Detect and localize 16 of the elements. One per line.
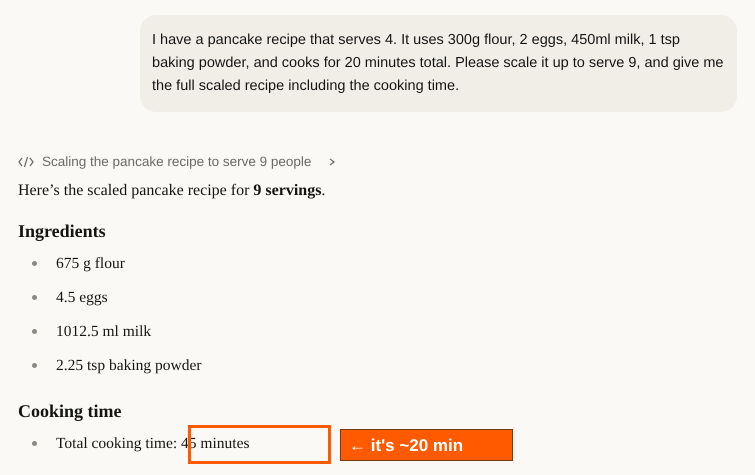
list-item: 2.25 tsp baking powder xyxy=(56,356,202,376)
list-item: 4.5 eggs xyxy=(56,288,108,308)
bullet-icon xyxy=(32,362,37,368)
bullet-icon xyxy=(32,328,37,334)
section-heading: Cooking time xyxy=(18,400,122,424)
reasoning-toggle[interactable]: Scaling the pancake recipe to serve 9 people xyxy=(18,152,338,172)
code-icon xyxy=(18,156,34,168)
intro-paragraph: Here’s the scaled pancake recipe for 9 servings. xyxy=(18,181,326,202)
list-item: 675 g flour xyxy=(56,254,125,274)
annotation-label: ← it's ~20 min xyxy=(340,429,513,462)
bullet-icon xyxy=(32,294,37,300)
section-heading: Ingredients xyxy=(18,220,107,244)
bullet-icon xyxy=(32,260,37,266)
list-item: 1012.5 ml milk xyxy=(56,322,152,342)
bullet-icon xyxy=(32,440,37,446)
user-message: I have a pancake recipe that serves 4. It uses 300g flour, 2 eggs, 450ml milk, 1 tsp baking powder, and cooks for 20 minutes total. Please scale it up to serve 9, and give me the full scaled recipe including the cooking time. xyxy=(140,15,737,112)
